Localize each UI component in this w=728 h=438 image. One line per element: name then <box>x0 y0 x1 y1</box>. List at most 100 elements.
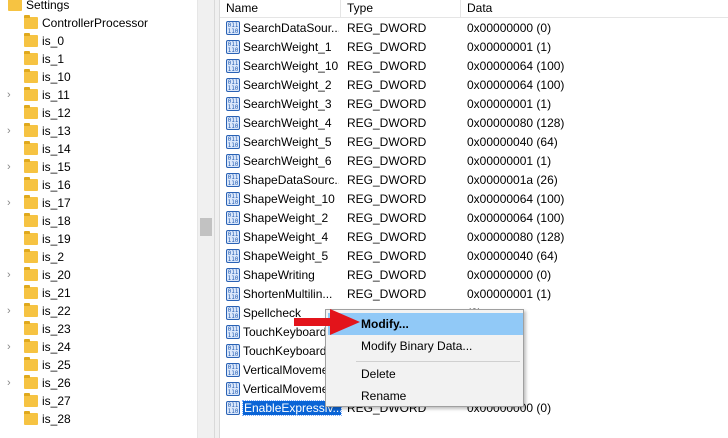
column-header-data[interactable]: Data <box>461 0 721 18</box>
tree-item-label: is_25 <box>42 358 71 372</box>
table-row[interactable]: 011 110 SearchWeight_3 REG_DWORD 0x00000001 … <box>220 95 728 114</box>
menu-separator <box>356 361 520 362</box>
tree-item[interactable]: is_16 <box>0 176 197 194</box>
tree-item[interactable]: › is_17 <box>0 194 197 212</box>
table-row[interactable]: 011 110 SearchWeight_10 REG_DWORD 0x00000064… <box>220 57 728 76</box>
reg-dword-icon: 011 110 <box>226 40 240 54</box>
tree-item[interactable]: is_18 <box>0 212 197 230</box>
chevron-right-icon[interactable]: › <box>7 161 17 173</box>
chevron-right-icon[interactable]: › <box>7 89 17 101</box>
tree-item[interactable]: is_28 <box>0 410 197 428</box>
table-row[interactable]: 011 110 SearchWeight_6 REG_DWORD 0x00000001 … <box>220 152 728 171</box>
folder-icon <box>24 105 38 119</box>
chevron-right-icon[interactable]: › <box>7 125 17 137</box>
value-name-cell: SearchWeight_6 <box>243 154 332 168</box>
folder-icon <box>24 33 38 47</box>
tree-item-label: is_26 <box>42 376 71 390</box>
table-row[interactable]: 011 110 SearchWeight_4 REG_DWORD 0x00000080 … <box>220 114 728 133</box>
tree-item[interactable]: is_0 <box>0 32 197 50</box>
table-row[interactable]: 011 110 ShortenMultilin... REG_DWORD 0x00000… <box>220 285 728 304</box>
tree-item-label: is_11 <box>42 88 70 102</box>
value-name-cell: SearchDataSour... <box>243 21 339 35</box>
chevron-right-icon[interactable]: › <box>7 197 17 209</box>
table-row[interactable]: 011 110 ShapeWeight_2 REG_DWORD 0x00000064 (… <box>220 209 728 228</box>
tree-item-label: is_14 <box>42 142 71 156</box>
tree-item[interactable]: › is_11 <box>0 86 197 104</box>
value-data-cell: 0x00000040 (64) <box>467 249 558 263</box>
tree-item-label: ControllerProcessor <box>42 16 149 30</box>
tree-item-label: is_0 <box>42 34 65 48</box>
value-name-cell: SearchWeight_1 <box>243 40 332 54</box>
value-data-cell: 0x00000080 (128) <box>467 230 565 244</box>
value-type-cell: REG_DWORD <box>347 268 427 282</box>
chevron-right-icon[interactable]: › <box>7 341 17 353</box>
tree-item-label: is_2 <box>42 250 65 264</box>
table-row[interactable]: 011 110 SearchWeight_1 REG_DWORD 0x00000001 … <box>220 38 728 57</box>
column-header-type[interactable]: Type <box>341 0 460 18</box>
tree-item[interactable]: is_19 <box>0 230 197 248</box>
folder-icon <box>24 321 38 335</box>
value-name-cell: SearchWeight_4 <box>243 116 332 130</box>
tree-item[interactable]: ControllerProcessor <box>0 14 197 32</box>
value-type-cell: REG_DWORD <box>347 135 427 149</box>
chevron-right-icon[interactable]: › <box>7 269 17 281</box>
value-name-cell: ShortenMultilin... <box>243 287 333 301</box>
folder-icon <box>24 69 38 83</box>
tree-item-label: is_16 <box>42 178 71 192</box>
folder-icon <box>24 231 38 245</box>
registry-key-tree[interactable]: Settings ControllerProcessor is_0 is_1 is_1… <box>0 0 197 438</box>
tree-item[interactable]: is_14 <box>0 140 197 158</box>
table-row[interactable]: 011 110 SearchDataSour... REG_DWORD 0x000000… <box>220 19 728 38</box>
tree-scrollbar-thumb[interactable] <box>200 218 212 236</box>
value-type-cell: REG_DWORD <box>347 97 427 111</box>
tree-scrollbar[interactable] <box>197 0 214 438</box>
tree-item-settings[interactable]: Settings <box>0 0 197 14</box>
tree-item[interactable]: › is_24 <box>0 338 197 356</box>
reg-dword-icon: 011 110 <box>226 306 240 320</box>
table-row[interactable]: 011 110 SearchWeight_2 REG_DWORD 0x00000064 … <box>220 76 728 95</box>
tree-item[interactable]: › is_20 <box>0 266 197 284</box>
tree-item[interactable]: is_23 <box>0 320 197 338</box>
menu-item-delete[interactable]: Delete <box>328 363 523 385</box>
table-row[interactable]: 011 110 ShapeWriting REG_DWORD 0x00000000 (0… <box>220 266 728 285</box>
value-type-cell: REG_DWORD <box>347 192 427 206</box>
table-row[interactable]: 011 110 ShapeWeight_4 REG_DWORD 0x00000080 (… <box>220 228 728 247</box>
tree-item[interactable]: › is_13 <box>0 122 197 140</box>
value-name-cell: ShapeWeight_2 <box>243 211 329 225</box>
chevron-right-icon[interactable]: › <box>7 377 17 389</box>
table-row[interactable]: 011 110 SearchWeight_5 REG_DWORD 0x00000040 … <box>220 133 728 152</box>
reg-dword-icon: 011 110 <box>226 230 240 244</box>
tree-item[interactable]: is_10 <box>0 68 197 86</box>
value-type-cell: REG_DWORD <box>347 173 427 187</box>
reg-dword-icon: 011 110 <box>226 268 240 282</box>
tree-item[interactable]: is_21 <box>0 284 197 302</box>
table-row[interactable]: 011 110 ShapeDataSourc... REG_DWORD 0x000000… <box>220 171 728 190</box>
tree-item[interactable]: is_12 <box>0 104 197 122</box>
tree-item-label: is_1 <box>42 52 65 66</box>
table-row[interactable]: 011 110 ShapeWeight_5 REG_DWORD 0x00000040 (… <box>220 247 728 266</box>
reg-dword-icon: 011 110 <box>226 21 240 35</box>
tree-item[interactable]: › is_22 <box>0 302 197 320</box>
table-row[interactable]: 011 110 ShapeWeight_10 REG_DWORD 0x00000064 … <box>220 190 728 209</box>
tree-item[interactable]: is_25 <box>0 356 197 374</box>
tree-item[interactable]: is_2 <box>0 248 197 266</box>
value-type-cell: REG_DWORD <box>347 249 427 263</box>
menu-item-rename[interactable]: Rename <box>328 385 523 407</box>
value-data-cell: 0x00000000 (0) <box>467 268 552 282</box>
tree-item[interactable]: is_1 <box>0 50 197 68</box>
tree-item-label: is_28 <box>42 412 71 426</box>
column-header-name[interactable]: Name <box>220 0 340 18</box>
value-name-cell: ShapeDataSourc... <box>243 173 339 187</box>
value-name-cell: SearchWeight_10 <box>243 59 339 73</box>
tree-item-label: is_24 <box>42 340 71 354</box>
folder-icon <box>24 15 38 29</box>
reg-dword-icon: 011 110 <box>226 344 240 358</box>
tree-item[interactable]: is_27 <box>0 392 197 410</box>
tree-item[interactable]: › is_15 <box>0 158 197 176</box>
chevron-right-icon[interactable]: › <box>7 305 17 317</box>
value-data-cell: 0x00000064 (100) <box>467 192 565 206</box>
reg-dword-icon: 011 110 <box>226 401 240 415</box>
menu-item-modify-binary-data[interactable]: Modify Binary Data... <box>328 335 523 357</box>
tree-item[interactable]: › is_26 <box>0 374 197 392</box>
tree-item-label: Settings <box>26 0 70 12</box>
